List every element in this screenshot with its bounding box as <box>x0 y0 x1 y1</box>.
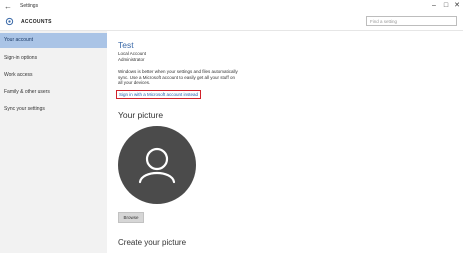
sidebar: Your account Sign-in options Work access… <box>0 31 107 253</box>
account-name: Test <box>118 40 134 50</box>
account-type: Local Account <box>118 51 147 56</box>
main-content: Test Local Account Administrator Windows… <box>107 31 463 253</box>
sidebar-item-label: Your account <box>4 37 34 43</box>
account-role: Administrator <box>118 57 145 62</box>
microsoft-account-link[interactable]: Sign in with a Microsoft account instead <box>116 90 202 99</box>
create-picture-heading: Create your picture <box>118 238 187 247</box>
minimize-button[interactable]: – <box>428 1 440 11</box>
sidebar-item-family-other-users[interactable]: Family & other users <box>0 85 107 100</box>
search-placeholder: Find a setting <box>370 19 398 24</box>
user-silhouette-icon <box>138 147 176 184</box>
window-title: Settings <box>20 3 39 9</box>
sidebar-item-label: Work access <box>4 72 33 78</box>
sidebar-item-sync-settings[interactable]: Sync your settings <box>0 102 107 117</box>
browse-button[interactable]: Browse <box>118 212 144 223</box>
gear-icon <box>5 17 14 26</box>
sidebar-item-label: Sign-in options <box>4 55 38 61</box>
picture-heading: Your picture <box>118 110 164 120</box>
sidebar-item-label: Family & other users <box>4 89 50 95</box>
sidebar-item-label: Sync your settings <box>4 106 45 112</box>
title-bar: ← Settings – □ ✕ <box>0 0 463 14</box>
search-input[interactable]: Find a setting <box>366 16 457 26</box>
account-description: Windows is better when your settings and… <box>118 69 238 85</box>
back-arrow-icon[interactable]: ← <box>4 2 13 11</box>
sidebar-item-sign-in-options[interactable]: Sign-in options <box>0 51 107 66</box>
sidebar-item-work-access[interactable]: Work access <box>0 68 107 83</box>
section-title: ACCOUNTS <box>21 19 52 25</box>
close-button[interactable]: ✕ <box>451 1 463 11</box>
avatar <box>118 126 196 204</box>
page-header: ACCOUNTS Find a setting <box>0 14 463 31</box>
sidebar-item-your-account[interactable]: Your account <box>0 33 107 48</box>
